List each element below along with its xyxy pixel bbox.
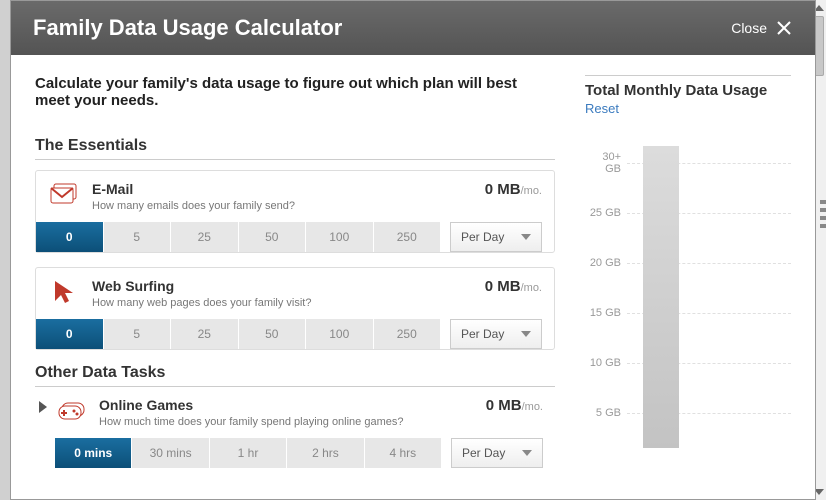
email-period-dropdown[interactable]: Per Day xyxy=(450,222,542,252)
games-seg-2hrs[interactable]: 2 hrs xyxy=(287,438,364,468)
email-icon xyxy=(48,181,82,209)
expand-arrow-icon[interactable] xyxy=(35,401,51,413)
web-seg-250[interactable]: 250 xyxy=(374,319,441,349)
reset-link[interactable]: Reset xyxy=(585,101,619,116)
email-usage-unit: /mo. xyxy=(521,185,542,197)
chevron-down-icon xyxy=(521,234,531,240)
web-usage: 0 MB/mo. xyxy=(485,278,542,295)
email-usage-value: 0 MB xyxy=(485,181,521,198)
web-seg-0[interactable]: 0 xyxy=(36,319,104,349)
section-essentials-title: The Essentials xyxy=(35,137,555,155)
cursor-icon xyxy=(48,278,82,306)
tick-20gb: 20 GB xyxy=(585,257,627,269)
email-slider[interactable]: 0 5 25 50 100 250 xyxy=(36,222,440,252)
chevron-down-icon xyxy=(521,331,531,337)
calculator-window: Family Data Usage Calculator Close Calcu… xyxy=(10,0,816,500)
web-subtitle: How many web pages does your family visi… xyxy=(92,297,311,309)
games-title: Online Games xyxy=(99,397,404,413)
intro-text: Calculate your family's data usage to fi… xyxy=(35,75,555,109)
usage-bar xyxy=(643,146,679,448)
web-slider[interactable]: 0 5 25 50 100 250 xyxy=(36,319,440,349)
web-seg-5[interactable]: 5 xyxy=(104,319,172,349)
close-button[interactable]: Close xyxy=(731,19,793,37)
side-scrub-handle[interactable] xyxy=(820,200,826,260)
tick-25gb: 25 GB xyxy=(585,207,627,219)
email-title: E-Mail xyxy=(92,181,295,197)
close-label: Close xyxy=(731,20,767,36)
tick-5gb: 5 GB xyxy=(585,407,627,419)
email-period-value: Per Day xyxy=(461,230,504,244)
close-icon xyxy=(775,19,793,37)
section-other-title: Other Data Tasks xyxy=(35,364,555,382)
window-title: Family Data Usage Calculator xyxy=(33,15,342,41)
web-period-value: Per Day xyxy=(461,327,504,341)
games-usage: 0 MB/mo. xyxy=(486,397,543,414)
chevron-down-icon xyxy=(522,450,532,456)
email-subtitle: How many emails does your family send? xyxy=(92,200,295,212)
email-seg-5[interactable]: 5 xyxy=(104,222,172,252)
usage-gauge: 30+ GB 25 GB 20 GB 15 GB 10 GB 5 GB xyxy=(585,138,791,448)
games-seg-30[interactable]: 30 mins xyxy=(132,438,209,468)
games-seg-0[interactable]: 0 mins xyxy=(55,438,132,468)
window-header: Family Data Usage Calculator Close xyxy=(11,1,815,55)
email-seg-250[interactable]: 250 xyxy=(374,222,441,252)
card-web: Web Surfing How many web pages does your… xyxy=(35,267,555,350)
tick-30gb: 30+ GB xyxy=(585,151,627,175)
games-period-dropdown[interactable]: Per Day xyxy=(451,438,543,468)
games-slider[interactable]: 0 mins 30 mins 1 hr 2 hrs 4 hrs xyxy=(55,438,441,468)
web-period-dropdown[interactable]: Per Day xyxy=(450,319,542,349)
games-usage-value: 0 MB xyxy=(486,397,522,414)
gauge-title: Total Monthly Data Usage xyxy=(585,75,791,99)
email-seg-100[interactable]: 100 xyxy=(306,222,374,252)
web-title: Web Surfing xyxy=(92,278,311,294)
email-usage: 0 MB/mo. xyxy=(485,181,542,198)
web-seg-50[interactable]: 50 xyxy=(239,319,307,349)
gamepad-icon xyxy=(55,397,89,425)
web-usage-unit: /mo. xyxy=(521,282,542,294)
games-usage-unit: /mo. xyxy=(522,401,543,413)
email-seg-0[interactable]: 0 xyxy=(36,222,104,252)
tick-10gb: 10 GB xyxy=(585,357,627,369)
tick-15gb: 15 GB xyxy=(585,307,627,319)
email-seg-25[interactable]: 25 xyxy=(171,222,239,252)
games-seg-4hrs[interactable]: 4 hrs xyxy=(365,438,441,468)
games-seg-1hr[interactable]: 1 hr xyxy=(210,438,287,468)
web-seg-25[interactable]: 25 xyxy=(171,319,239,349)
email-seg-50[interactable]: 50 xyxy=(239,222,307,252)
games-period-value: Per Day xyxy=(462,446,505,460)
games-subtitle: How much time does your family spend pla… xyxy=(99,416,404,428)
web-usage-value: 0 MB xyxy=(485,278,521,295)
web-seg-100[interactable]: 100 xyxy=(306,319,374,349)
card-email: E-Mail How many emails does your family … xyxy=(35,170,555,253)
